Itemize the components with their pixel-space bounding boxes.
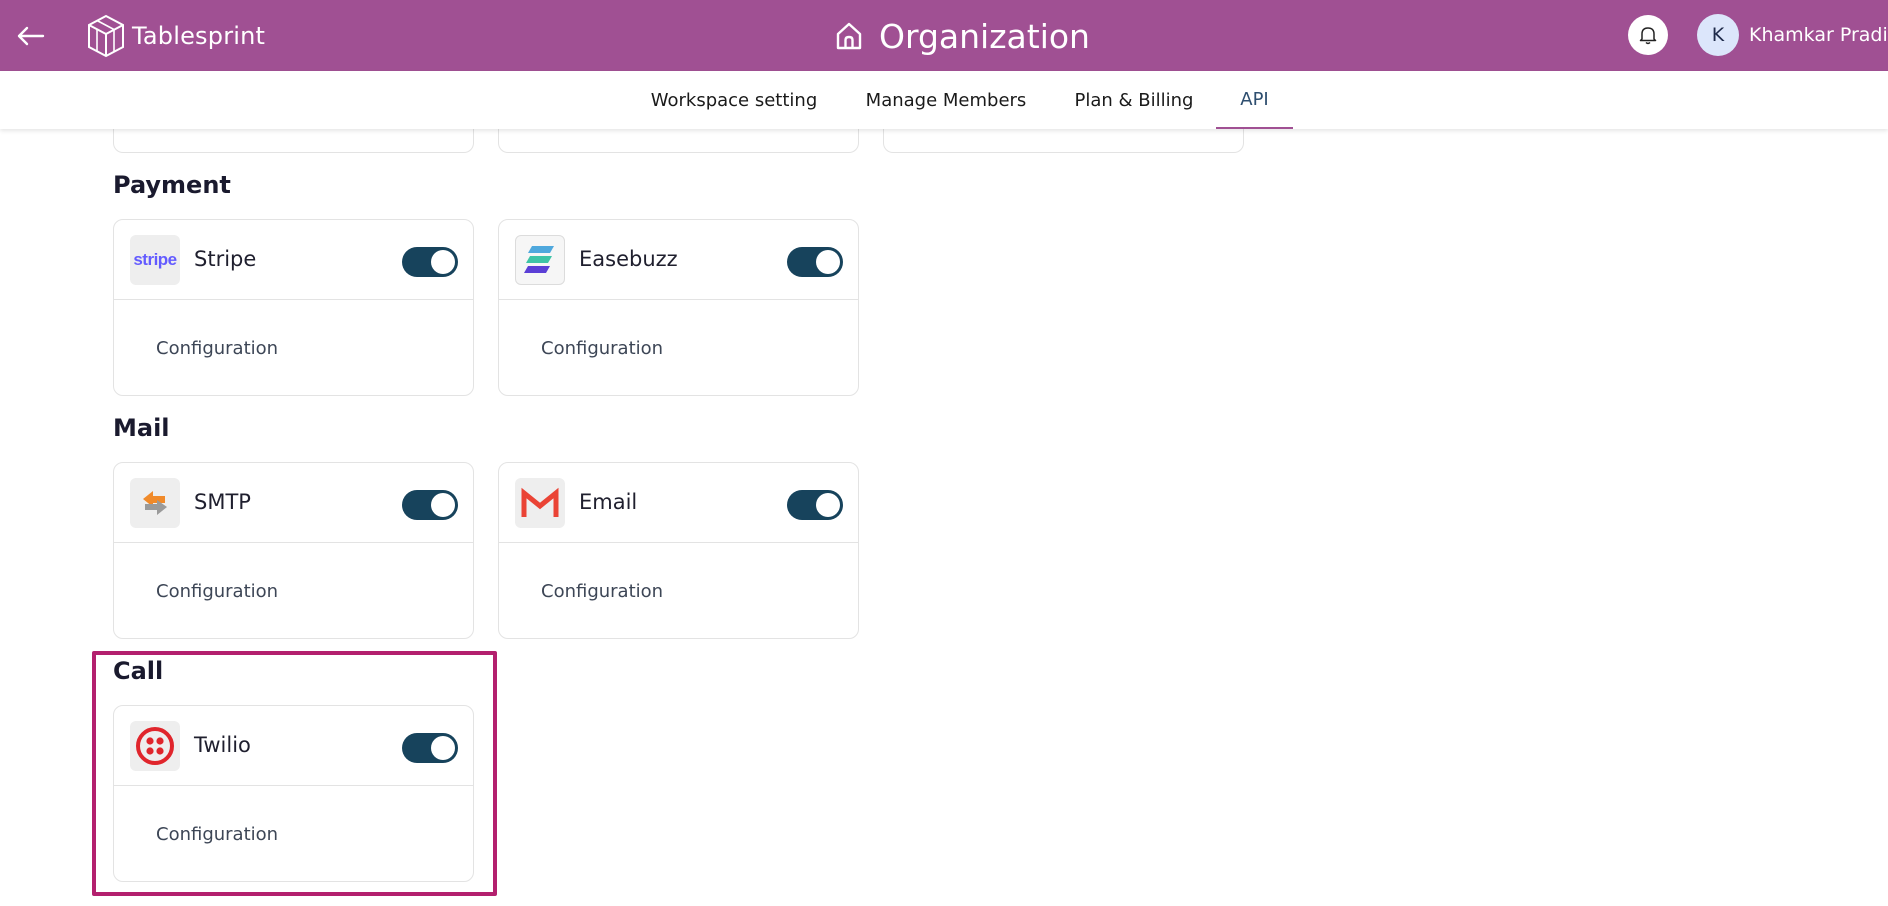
user-menu[interactable]: K Khamkar Pradip — [1697, 14, 1888, 56]
easebuzz-mark — [524, 246, 554, 273]
configuration-link[interactable]: Configuration — [156, 338, 278, 359]
brand-name: Tablesprint — [132, 22, 266, 50]
page-title-group: Organization — [833, 14, 1090, 58]
smtp-mark — [143, 491, 167, 515]
configuration-link[interactable]: Configuration — [541, 338, 663, 359]
integration-card-easebuzz: Easebuzz Configuration — [498, 219, 859, 396]
toggle-knob — [816, 493, 840, 517]
card-header: SMTP — [114, 463, 473, 543]
bell-icon — [1639, 27, 1657, 45]
enable-toggle[interactable] — [402, 733, 458, 763]
toggle-knob — [816, 250, 840, 274]
arrow-left-icon — [17, 26, 45, 46]
card-name: Twilio — [194, 733, 251, 757]
enable-toggle[interactable] — [402, 490, 458, 520]
card-header: Easebuzz — [499, 220, 858, 300]
top-bar: Tablesprint Organization K Khamkar Pradi… — [0, 0, 1888, 71]
home-icon — [836, 22, 862, 50]
twilio-logo-icon — [130, 721, 180, 771]
configuration-link[interactable]: Configuration — [541, 581, 663, 602]
tab-api[interactable]: API — [1216, 71, 1293, 129]
brand[interactable]: Tablesprint — [86, 13, 265, 59]
card-name: Email — [579, 490, 638, 514]
integration-card-stripe: stripe Stripe Configuration — [113, 219, 474, 396]
tab-plan-billing[interactable]: Plan & Billing — [1067, 71, 1201, 129]
tab-manage-members[interactable]: Manage Members — [856, 71, 1036, 129]
card-name: Easebuzz — [579, 247, 678, 271]
integration-card-twilio: Twilio Configuration — [113, 705, 474, 882]
section-title-mail: Mail — [113, 414, 170, 442]
tablesprint-logo-icon — [88, 14, 124, 58]
card-header: Twilio — [114, 706, 473, 786]
smtp-logo-icon — [130, 478, 180, 528]
section-title-call: Call — [113, 657, 164, 685]
tab-workspace-setting[interactable]: Workspace setting — [641, 71, 827, 129]
twilio-mark — [136, 727, 174, 765]
section-title-payment: Payment — [113, 171, 231, 199]
configuration-link[interactable]: Configuration — [156, 824, 278, 845]
enable-toggle[interactable] — [402, 247, 458, 277]
toggle-knob — [431, 250, 455, 274]
page-title: Organization — [879, 16, 1090, 56]
gmail-logo-icon — [515, 478, 565, 528]
stripe-logo-icon: stripe — [130, 235, 180, 285]
integration-card-smtp: SMTP Configuration — [113, 462, 474, 639]
back-button[interactable] — [12, 18, 50, 54]
toggle-knob — [431, 493, 455, 517]
enable-toggle[interactable] — [787, 247, 843, 277]
card-header: stripe Stripe — [114, 220, 473, 300]
configuration-link[interactable]: Configuration — [156, 581, 278, 602]
user-name: Khamkar Pradip — [1749, 24, 1888, 46]
easebuzz-logo-icon — [515, 235, 565, 285]
card-name: Stripe — [194, 247, 257, 271]
gmail-mark — [521, 487, 559, 517]
stripe-logo-text: stripe — [133, 250, 177, 269]
tab-bar: Workspace setting Manage Members Plan & … — [0, 71, 1888, 129]
card-name: SMTP — [194, 490, 251, 514]
avatar: K — [1697, 14, 1739, 56]
notifications-button[interactable] — [1628, 15, 1668, 55]
enable-toggle[interactable] — [787, 490, 843, 520]
card-header: Email — [499, 463, 858, 543]
integration-card-email: Email Configuration — [498, 462, 859, 639]
toggle-knob — [431, 736, 455, 760]
